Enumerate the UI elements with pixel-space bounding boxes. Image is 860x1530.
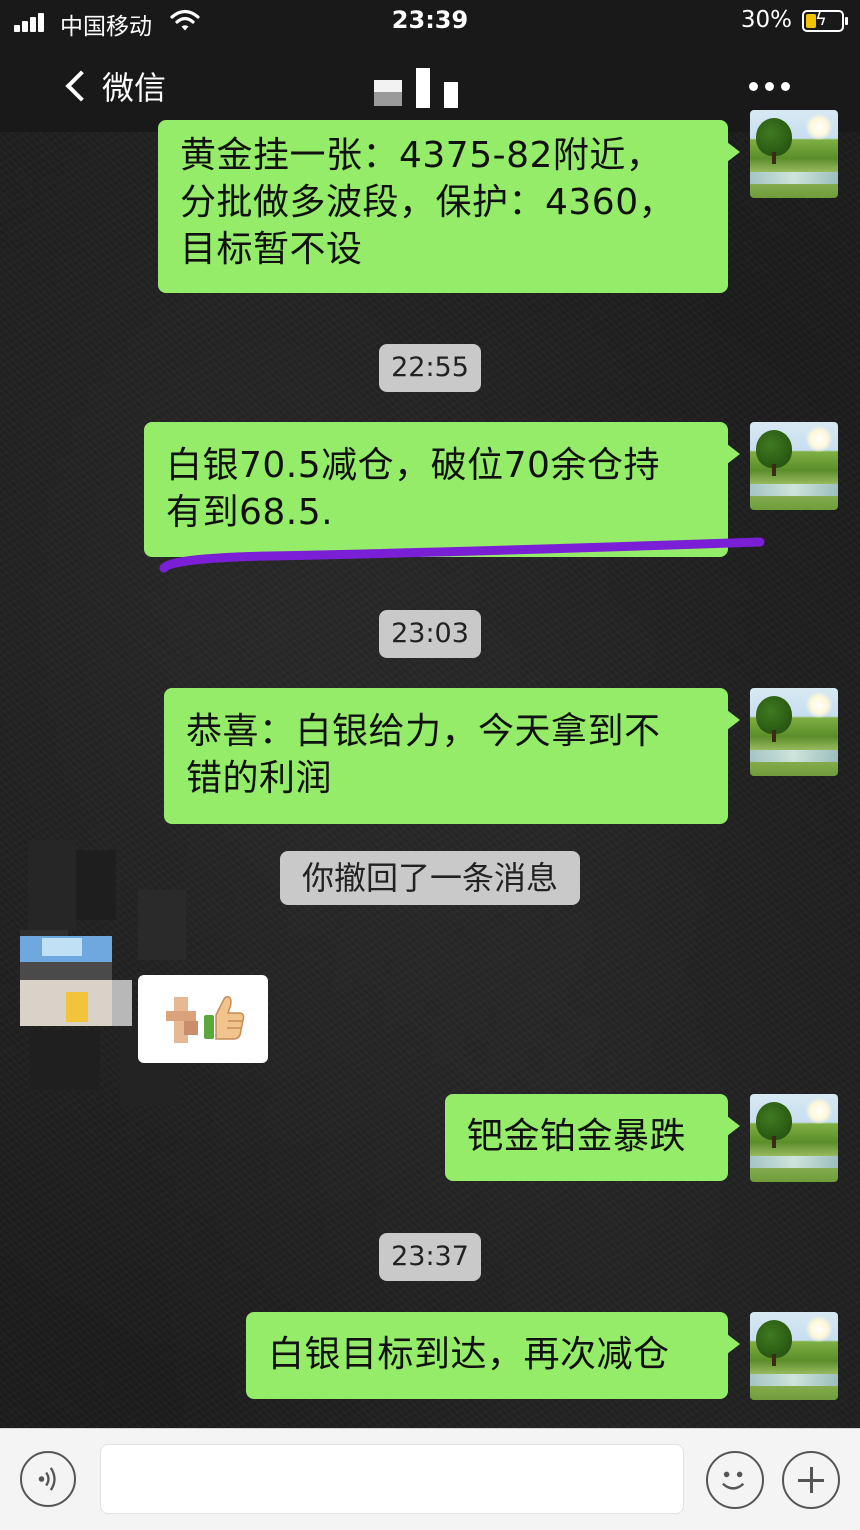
more-dot-icon bbox=[781, 82, 790, 91]
message-bubble[interactable]: 钯金铂金暴跌 bbox=[445, 1094, 740, 1181]
battery-icon: ϟ bbox=[802, 9, 848, 32]
top-bar: 中国移动 23:39 30% ϟ 微信 bbox=[0, 0, 860, 132]
user-avatar[interactable] bbox=[750, 422, 838, 510]
message-bubble[interactable]: 白银目标到达，再次减仓 bbox=[246, 1312, 740, 1399]
underline-annotation bbox=[159, 537, 765, 573]
message-line: 黄金挂一张：4375-82附近， bbox=[180, 135, 663, 176]
more-dot-icon bbox=[765, 82, 774, 91]
message-text-input[interactable] bbox=[100, 1444, 684, 1514]
voice-input-button[interactable] bbox=[20, 1451, 76, 1507]
input-bar bbox=[0, 1428, 860, 1530]
chat-title-obscured bbox=[374, 68, 460, 110]
more-functions-button[interactable] bbox=[782, 1451, 840, 1509]
incoming-message-bubble[interactable] bbox=[138, 975, 268, 1063]
status-time: 23:39 bbox=[391, 6, 469, 34]
back-label: 微信 bbox=[102, 69, 167, 107]
message-bubble[interactable]: 恭喜：白银给力，今天拿到不 错的利润 bbox=[164, 688, 740, 824]
timestamp-label: 22:55 bbox=[379, 344, 481, 392]
back-button[interactable]: 微信 bbox=[58, 64, 166, 108]
message-line: 分批做多波段，保护：4360， bbox=[180, 182, 676, 223]
more-options-button[interactable] bbox=[749, 82, 790, 91]
timestamp: 22:55 bbox=[0, 344, 860, 392]
message-line: 错的利润 bbox=[186, 758, 333, 799]
user-avatar[interactable] bbox=[750, 110, 838, 198]
emoji-button[interactable] bbox=[706, 1451, 764, 1509]
message-line: 钯金铂金暴跌 bbox=[467, 1116, 687, 1157]
battery-percent: 30% bbox=[740, 7, 792, 33]
user-avatar[interactable] bbox=[750, 1312, 838, 1400]
voice-icon bbox=[38, 1467, 56, 1491]
more-dot-icon bbox=[749, 82, 758, 91]
message-bubble[interactable]: 黄金挂一张：4375-82附近， 分批做多波段，保护：4360， 目标暂不设 bbox=[158, 120, 740, 293]
status-bar: 中国移动 23:39 30% ϟ bbox=[0, 0, 860, 44]
nav-bar: 微信 bbox=[0, 44, 860, 132]
obscured-emoji bbox=[166, 997, 200, 1043]
user-avatar[interactable] bbox=[750, 1094, 838, 1182]
message-line: 白银70.5减仓，破位70余仓持 bbox=[166, 445, 660, 486]
message-line: 恭喜：白银给力，今天拿到不 bbox=[186, 711, 661, 752]
chevron-left-icon bbox=[65, 70, 97, 102]
timestamp-label: 23:03 bbox=[379, 610, 481, 658]
timestamp: 23:03 bbox=[0, 610, 860, 658]
smiley-icon bbox=[722, 1471, 745, 1490]
message-line: 白银目标到达，再次减仓 bbox=[268, 1334, 670, 1375]
message-line: 目标暂不设 bbox=[180, 229, 363, 270]
timestamp-label: 23:37 bbox=[379, 1233, 481, 1281]
timestamp: 23:37 bbox=[0, 1233, 860, 1281]
user-avatar[interactable] bbox=[750, 688, 838, 776]
recall-notice-text: 你撤回了一条消息 bbox=[279, 851, 580, 905]
message-line: 有到68.5. bbox=[166, 492, 334, 533]
thumbs-up-icon bbox=[204, 995, 245, 1040]
